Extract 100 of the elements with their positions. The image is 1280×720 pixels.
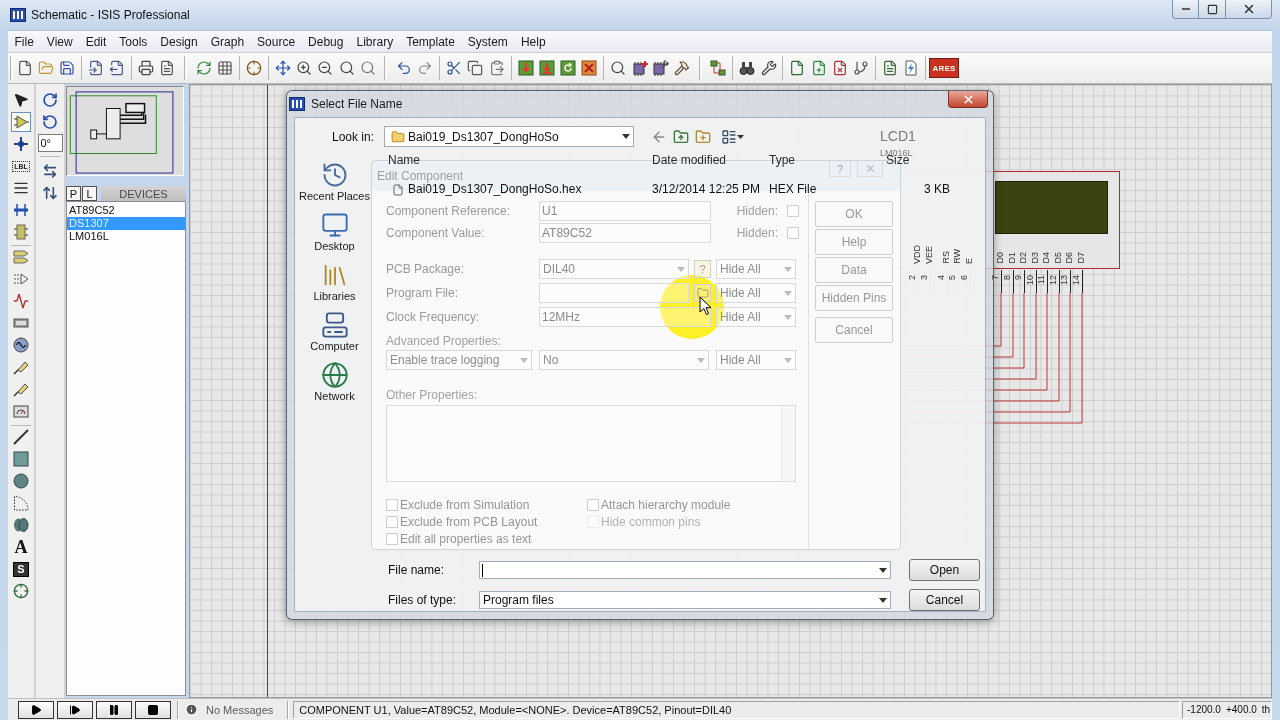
menu-item[interactable]: Edit (79, 34, 113, 49)
grid-icon[interactable] (217, 60, 233, 76)
cancel-button[interactable]: Cancel (909, 589, 980, 611)
angle-field[interactable]: 0° (37, 134, 63, 152)
checkbox[interactable] (386, 498, 398, 511)
menu-item[interactable]: System (461, 34, 515, 49)
step-button[interactable] (57, 700, 93, 719)
scrollbar[interactable] (781, 406, 795, 481)
file-arrow-icon[interactable] (88, 60, 105, 76)
folder-plus-icon[interactable] (695, 128, 711, 145)
line-icon[interactable] (11, 427, 31, 447)
page-plus-icon[interactable] (810, 60, 827, 76)
printer-icon[interactable] (138, 60, 155, 76)
pick-devices-button[interactable]: P (66, 186, 81, 201)
file-arrow-icon[interactable] (109, 60, 126, 76)
device-item[interactable]: AT89C52 (67, 204, 185, 217)
minimize-button[interactable] (1172, 0, 1199, 19)
device-item[interactable]: LM016L (67, 230, 185, 243)
menu-item[interactable]: File (8, 34, 41, 49)
column-header[interactable]: Date modified (652, 154, 769, 166)
hammer-icon[interactable] (674, 60, 691, 76)
text-tool-button[interactable]: A (11, 537, 31, 557)
document-icon[interactable] (882, 60, 899, 76)
page-icon[interactable] (16, 60, 33, 76)
checkbox[interactable] (587, 498, 599, 511)
magnifier-icon[interactable] (338, 60, 355, 76)
messages-text[interactable]: No Messages (206, 703, 274, 716)
move-arrows-icon[interactable] (274, 60, 291, 76)
arc-icon[interactable] (11, 493, 31, 513)
square-icon[interactable] (11, 449, 31, 469)
look-in-combo[interactable]: Bai019_Ds1307_DongHoSo (384, 126, 634, 147)
menu-item[interactable]: View (40, 34, 80, 49)
file-name[interactable]: Bai019_Ds1307_DongHoSo.hex (408, 183, 582, 196)
place-item[interactable]: Desktop (295, 211, 374, 261)
place-item[interactable]: Network (295, 361, 374, 411)
page-bolt-icon[interactable] (903, 60, 920, 76)
place-item[interactable]: Libraries (295, 261, 374, 311)
pause-button[interactable] (96, 700, 132, 719)
menu-item[interactable]: Template (399, 34, 462, 49)
zoom-out-icon[interactable] (317, 60, 334, 76)
overview-drawing[interactable] (66, 86, 184, 176)
binoculars-icon[interactable] (739, 60, 756, 76)
document-icon[interactable] (159, 60, 176, 76)
page-icon[interactable] (789, 60, 806, 76)
schematic-canvas[interactable] (189, 84, 1272, 698)
branch-icon[interactable] (853, 60, 870, 76)
stop-button[interactable] (135, 700, 171, 719)
terminal-icon[interactable] (11, 247, 31, 267)
menu-item[interactable]: Library (349, 34, 400, 49)
menu-item[interactable]: Source (250, 34, 302, 49)
menu-item[interactable]: Help (514, 34, 553, 49)
text-field[interactable]: AT89C52 (539, 223, 711, 243)
library-button[interactable]: L (82, 186, 97, 201)
wire-route-icon[interactable] (710, 60, 727, 76)
redo-icon[interactable] (417, 60, 434, 76)
checkbox[interactable] (386, 532, 398, 545)
checkbox[interactable] (386, 515, 398, 528)
menu-item[interactable]: Tools (112, 34, 154, 49)
copy-icon[interactable] (467, 60, 484, 76)
zoom-in-icon[interactable] (295, 60, 312, 76)
junction-icon[interactable] (11, 134, 31, 154)
generator-icon[interactable] (11, 335, 31, 355)
box-rotate-icon[interactable] (560, 60, 577, 76)
rotate-clockwise-icon[interactable] (40, 90, 60, 110)
symbol-tool-button[interactable]: S (11, 559, 31, 579)
hidden-checkbox[interactable] (787, 205, 799, 217)
marker-icon[interactable] (11, 581, 31, 601)
amplifier-icon[interactable] (11, 112, 31, 132)
ares-button[interactable]: ARES (929, 58, 959, 78)
refresh-icon[interactable] (195, 60, 212, 76)
circle-icon[interactable] (11, 471, 31, 491)
wrench-icon[interactable] (760, 60, 777, 76)
subcircuit-icon[interactable] (11, 222, 31, 242)
page-cross-icon[interactable] (831, 60, 848, 76)
box-cross-icon[interactable] (581, 60, 598, 76)
place-item[interactable]: Recent Places (295, 161, 374, 211)
menu-item[interactable]: Debug (301, 34, 350, 49)
magnifier-icon[interactable] (610, 60, 627, 76)
magnifier-icon[interactable] (359, 60, 376, 76)
browse-button[interactable] (694, 284, 711, 302)
hidden-checkbox[interactable] (787, 227, 799, 239)
chip-wrench-icon[interactable] (652, 60, 669, 76)
place-item[interactable]: Computer (295, 311, 374, 361)
undo-icon[interactable] (396, 60, 413, 76)
view-menu-icon[interactable] (721, 128, 744, 145)
rotate-counterclockwise-icon[interactable] (40, 112, 60, 132)
folder-up-icon[interactable] (673, 128, 689, 145)
paste-icon[interactable] (488, 60, 505, 76)
maximize-button[interactable] (1198, 0, 1226, 19)
play-button[interactable] (18, 700, 54, 719)
box-arrow-icon[interactable] (538, 60, 555, 76)
file-type-combo[interactable]: Program files (479, 591, 891, 609)
menu-item[interactable]: Design (153, 34, 205, 49)
column-header[interactable]: Name (388, 154, 652, 166)
chip-plus-icon[interactable] (631, 60, 648, 76)
close-button[interactable] (948, 91, 988, 108)
scissors-icon[interactable] (446, 60, 463, 76)
crosshair-icon[interactable] (245, 60, 262, 76)
closed-path-icon[interactable] (11, 515, 31, 535)
menu-item[interactable]: Graph (204, 34, 251, 49)
